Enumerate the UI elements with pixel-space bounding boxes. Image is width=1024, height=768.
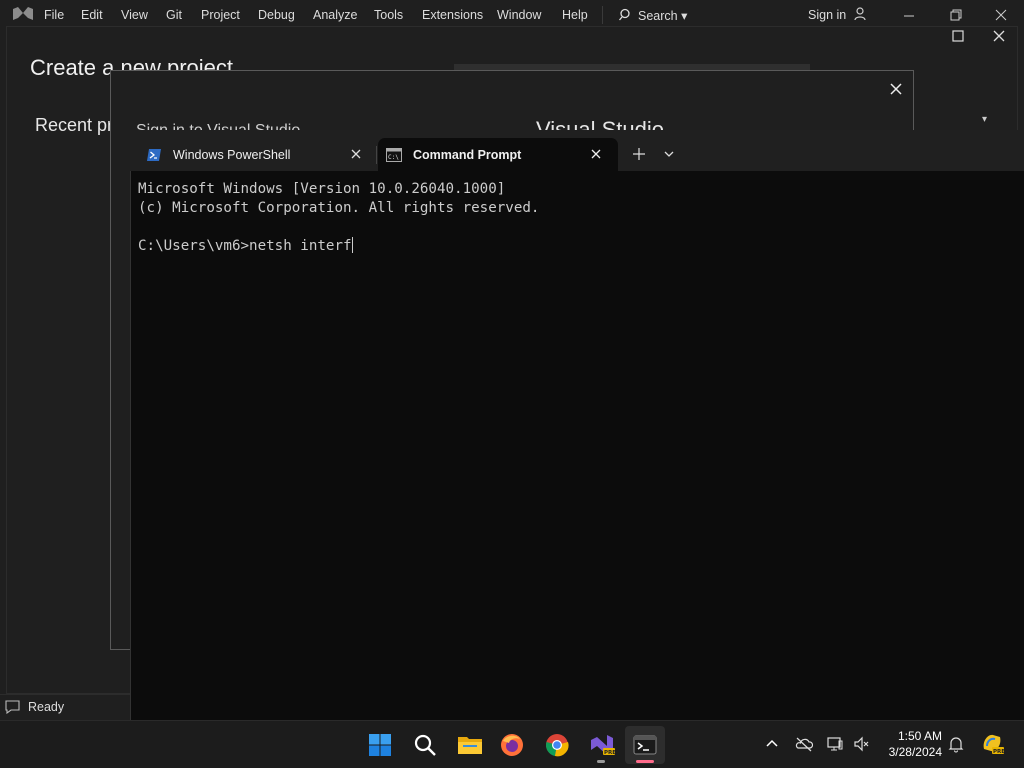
tab-dropdown-chevron-icon[interactable] bbox=[662, 147, 676, 161]
menubar-separator bbox=[602, 6, 603, 24]
terminal-output[interactable]: Microsoft Windows [Version 10.0.26040.10… bbox=[138, 180, 1018, 710]
menu-view[interactable]: View bbox=[121, 8, 148, 22]
clock-date[interactable]: 3/28/2024 bbox=[880, 745, 942, 759]
menu-extensions[interactable]: Extensions bbox=[422, 8, 483, 22]
chrome-button[interactable] bbox=[537, 726, 577, 764]
maximize-icon[interactable] bbox=[950, 28, 966, 44]
text-cursor bbox=[351, 237, 353, 253]
onedrive-icon[interactable] bbox=[795, 735, 813, 753]
file-explorer-icon bbox=[458, 737, 482, 754]
svg-text:C:\: C:\ bbox=[388, 154, 399, 161]
sign-in-link[interactable]: Sign in bbox=[808, 8, 846, 22]
windows-start-icon bbox=[369, 734, 391, 756]
terminal-icon bbox=[633, 735, 657, 755]
display-icon[interactable] bbox=[826, 735, 844, 753]
status-text: Ready bbox=[28, 700, 65, 714]
menu-window[interactable]: Window bbox=[497, 8, 541, 22]
active-app-indicator bbox=[636, 760, 654, 763]
file-explorer-button[interactable] bbox=[449, 726, 489, 764]
menu-project[interactable]: Project bbox=[201, 8, 240, 22]
chevron-up-icon[interactable] bbox=[764, 736, 780, 752]
terminal-line: (c) Microsoft Corporation. All rights re… bbox=[138, 200, 540, 216]
search-icon[interactable] bbox=[618, 7, 634, 23]
terminal-command-input[interactable]: C:\Users\vm6>netsh interf bbox=[138, 238, 352, 254]
terminal-prompt-line[interactable]: C:\Users\vm6>netsh interf bbox=[138, 237, 1018, 256]
tab-close-icon[interactable] bbox=[349, 147, 363, 161]
tab-windows-powershell[interactable]: Windows PowerShell bbox=[138, 138, 376, 171]
tab-command-prompt[interactable]: C:\ Command Prompt bbox=[378, 138, 618, 171]
powershell-icon bbox=[147, 149, 161, 161]
new-tab-plus-icon[interactable] bbox=[630, 145, 648, 163]
account-icon[interactable] bbox=[852, 6, 868, 22]
restore-icon[interactable] bbox=[940, 4, 970, 26]
tab-separator bbox=[376, 146, 377, 164]
menu-help[interactable]: Help bbox=[562, 8, 588, 22]
close-icon[interactable] bbox=[986, 4, 1016, 26]
vs-search-button[interactable]: Search ▾ bbox=[638, 8, 687, 23]
dialog-close-icon[interactable] bbox=[888, 81, 904, 97]
notification-bell-icon[interactable] bbox=[948, 735, 964, 753]
visual-studio-preview-icon: PRE bbox=[591, 735, 615, 756]
copilot-preview-icon[interactable]: PRE bbox=[980, 731, 1004, 755]
running-indicator bbox=[597, 760, 605, 763]
menu-edit[interactable]: Edit bbox=[81, 8, 103, 22]
firefox-button[interactable] bbox=[492, 726, 532, 764]
svg-text:PRE: PRE bbox=[993, 749, 1004, 755]
menu-file[interactable]: File bbox=[44, 8, 64, 22]
status-chat-icon bbox=[5, 700, 20, 714]
menu-tools[interactable]: Tools bbox=[374, 8, 403, 22]
svg-text:PRE: PRE bbox=[604, 750, 615, 756]
tab-close-icon[interactable] bbox=[589, 147, 603, 161]
tab-label: Windows PowerShell bbox=[173, 148, 291, 162]
dropdown-caret-icon[interactable]: ▾ bbox=[982, 114, 987, 125]
chrome-icon bbox=[546, 734, 569, 757]
start-button[interactable] bbox=[360, 726, 400, 764]
terminal-taskbar-button[interactable] bbox=[625, 726, 665, 764]
volume-muted-icon[interactable] bbox=[853, 735, 871, 753]
menu-analyze[interactable]: Analyze bbox=[313, 8, 357, 22]
search-icon bbox=[414, 734, 436, 756]
recent-templates-heading: Recent pr bbox=[35, 115, 114, 135]
firefox-icon bbox=[501, 734, 523, 756]
terminal-line: Microsoft Windows [Version 10.0.26040.10… bbox=[138, 181, 506, 197]
menu-debug[interactable]: Debug bbox=[258, 8, 295, 22]
menu-git[interactable]: Git bbox=[166, 8, 182, 22]
cmd-icon: C:\ bbox=[386, 148, 402, 162]
visual-studio-preview-button[interactable]: PRE bbox=[581, 726, 621, 764]
visual-studio-logo-icon bbox=[13, 7, 33, 20]
taskbar-search-button[interactable] bbox=[405, 726, 445, 764]
minimize-icon[interactable] bbox=[894, 4, 924, 26]
close-icon[interactable] bbox=[990, 27, 1008, 45]
clock-time[interactable]: 1:50 AM bbox=[880, 729, 942, 743]
tab-label: Command Prompt bbox=[413, 148, 522, 162]
